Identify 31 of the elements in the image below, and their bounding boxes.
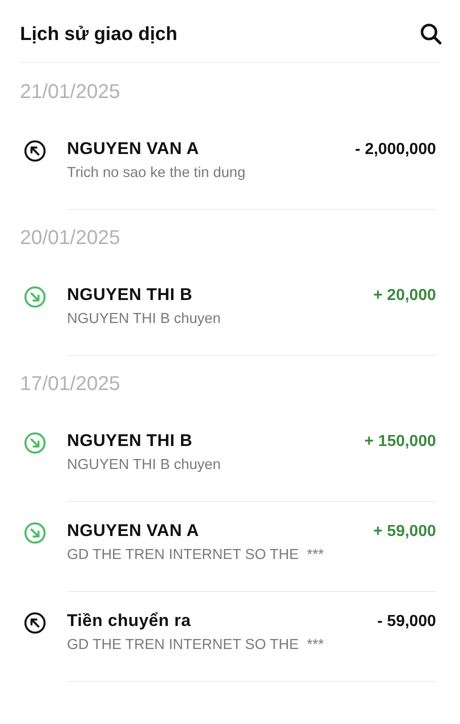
payee-name: Tiền chuyển ra [67,611,191,631]
search-icon [419,22,443,46]
transaction-item[interactable]: NGUYEN VAN A - 2,000,000 Trich no sao ke the tin dung [67,139,436,210]
transaction-amount: - 2,000,000 [355,141,436,159]
arrow-down-right-circle-icon [24,522,46,544]
transaction-description: NGUYEN THI B chuyen [67,457,222,473]
date-heading: 17/01/2025 [19,372,122,397]
search-button[interactable] [418,21,444,47]
arrow-up-left-circle-icon [24,140,46,162]
payee-name: NGUYEN VAN A [67,139,200,159]
transaction-description: GD THE TREN INTERNET SO THE *** [67,637,325,653]
payee-name: NGUYEN VAN A [67,521,200,541]
date-heading: 21/01/2025 [19,80,122,105]
transaction-amount: + 150,000 [364,433,436,451]
transaction-amount: + 20,000 [373,287,436,305]
transaction-item[interactable]: NGUYEN VAN A + 59,000 GD THE TREN INTERNET SO THE *** [67,521,436,592]
transaction-description: NGUYEN THI B chuyen [67,311,222,327]
payee-name: NGUYEN THI B [67,431,192,451]
arrow-up-left-circle-icon [24,612,46,634]
transaction-description: Trich no sao ke the tin dung [67,165,246,181]
page-title: Lịch sử giao dịch [20,23,178,46]
transaction-item[interactable]: NGUYEN THI B + 20,000 NGUYEN THI B chuyen [67,285,436,356]
payee-name: NGUYEN THI B [67,285,192,305]
transaction-amount: + 59,000 [373,523,436,541]
arrow-down-right-circle-icon [24,432,46,454]
date-heading: 20/01/2025 [19,226,122,251]
transaction-item[interactable]: NGUYEN THI B + 150,000 NGUYEN THI B chuyen [67,431,436,502]
transaction-item[interactable]: Tiền chuyển ra - 59,000 GD THE TREN INTERNET SO THE *** [67,611,436,682]
transaction-amount: - 59,000 [377,613,436,631]
transaction-description: GD THE TREN INTERNET SO THE *** [67,547,325,563]
arrow-down-right-circle-icon [24,286,46,308]
